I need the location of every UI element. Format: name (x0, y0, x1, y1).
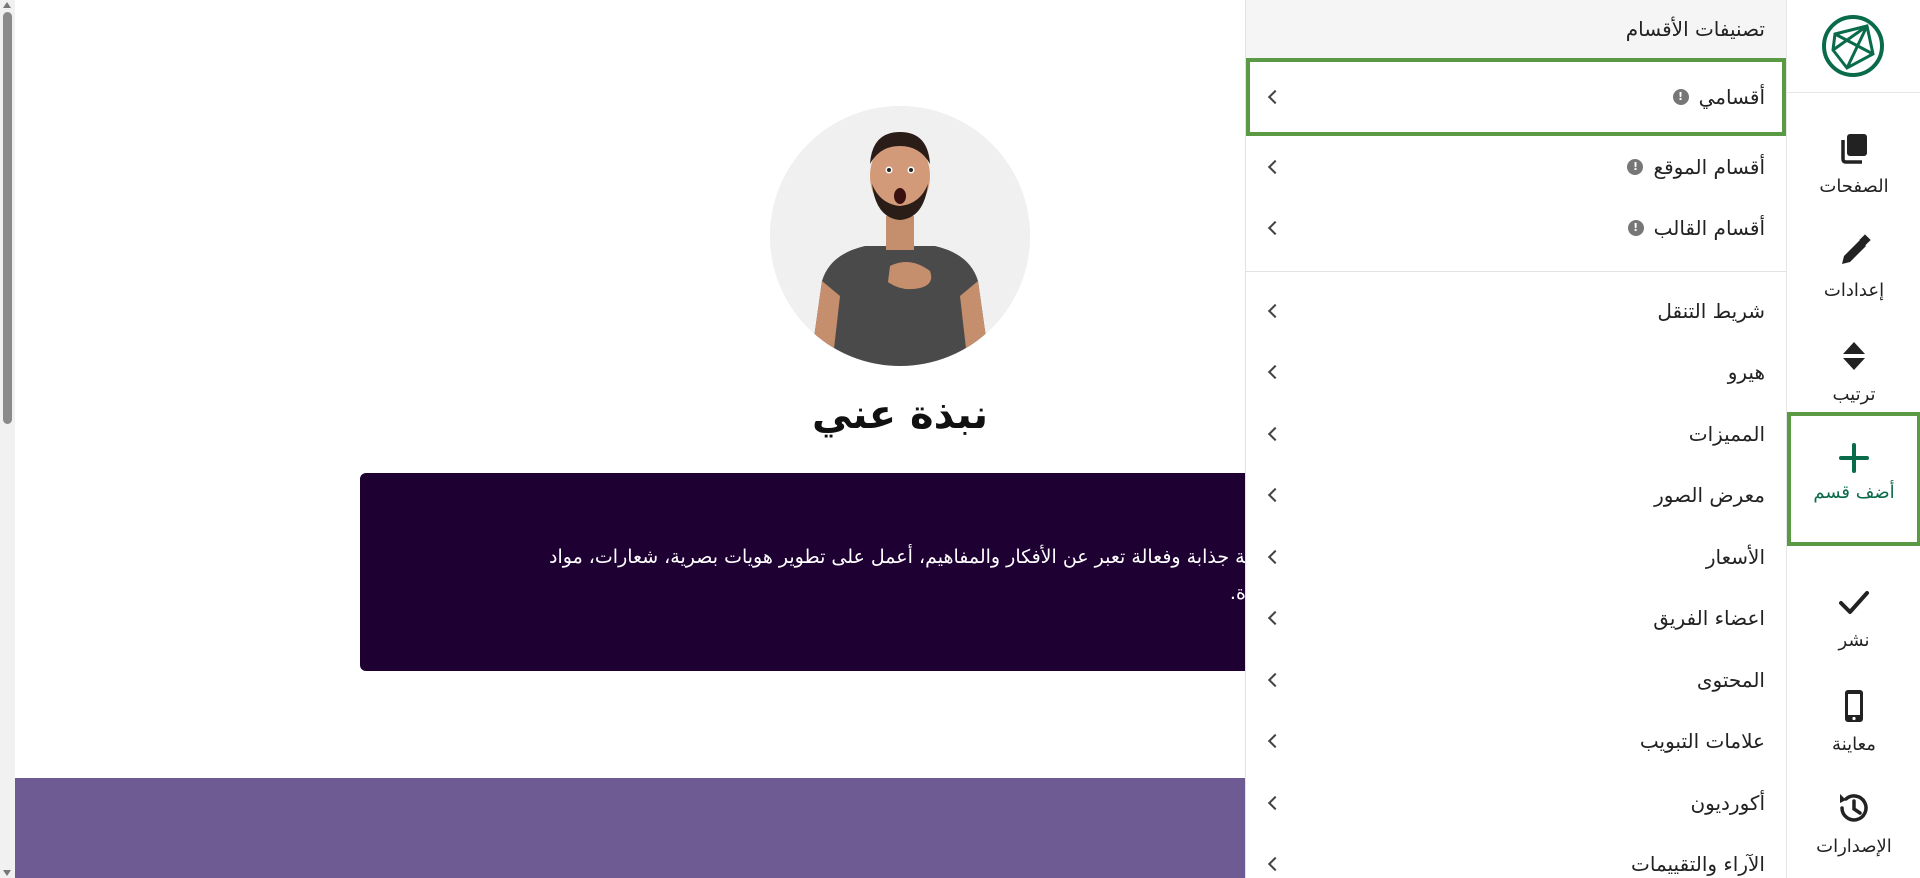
rail-label: الإصدارات (1816, 836, 1892, 857)
pencil-icon (1842, 234, 1871, 264)
row-label: شريط التنقل (1657, 298, 1765, 323)
chevron-left-icon (1267, 303, 1283, 318)
rail-add-section-button[interactable]: أضف قسم (1787, 412, 1920, 546)
brand-logo-icon[interactable] (1821, 14, 1885, 78)
scroll-up-arrow-icon[interactable] (3, 2, 11, 8)
row-tabs[interactable]: علامات التبويب (1246, 711, 1786, 773)
row-site-sections[interactable]: أقسام الموقع ! (1246, 136, 1786, 198)
row-content[interactable]: المحتوى (1246, 649, 1786, 711)
profile-person-image (770, 106, 1030, 366)
info-icon[interactable]: ! (1672, 89, 1689, 105)
rail-divider (1787, 92, 1920, 93)
plus-icon (1839, 443, 1869, 473)
rail-settings-button[interactable]: إعدادات (1787, 222, 1920, 322)
row-label: علامات التبويب (1639, 729, 1765, 754)
rail-pages-button[interactable]: الصفحات (1787, 118, 1920, 218)
chevron-left-icon (1267, 672, 1283, 687)
row-testimonials[interactable]: الآراء والتقييمات (1246, 834, 1786, 878)
pages-icon (1841, 134, 1867, 164)
sections-panel: تصنيفات الأقسام أقسامي ! أقسام الموقع ! … (1245, 0, 1786, 878)
rail-publish-button[interactable]: نشر (1787, 572, 1920, 672)
history-icon (1840, 794, 1868, 822)
chevron-left-icon (1267, 426, 1283, 441)
row-label: المميزات (1688, 421, 1765, 446)
chevron-left-icon (1267, 89, 1283, 105)
bio-line: تصاميم بصرية جذابة وفعالة تعبر عن الأفكا… (549, 546, 1245, 568)
row-my-sections[interactable]: أقسامي ! (1246, 58, 1786, 136)
row-label: معرض الصور (1654, 483, 1765, 508)
row-features[interactable]: المميزات (1246, 403, 1786, 465)
chevron-left-icon (1267, 734, 1283, 749)
row-label: أقسامي (1698, 85, 1765, 109)
mobile-icon (1845, 690, 1863, 722)
panel-divider (1246, 271, 1786, 272)
info-icon[interactable]: ! (1627, 158, 1644, 175)
bio-text: تصاميم بصرية جذابة وفعالة تعبر عن الأفكا… (505, 539, 1245, 611)
rail-label: ترتيب (1832, 384, 1876, 405)
scrollbar-thumb[interactable] (3, 12, 12, 424)
row-hero[interactable]: هيرو (1246, 342, 1786, 404)
chevron-left-icon (1267, 549, 1283, 564)
row-label: أقسام الموقع (1653, 154, 1765, 179)
sort-icon (1843, 342, 1865, 370)
rail-label: معاينة (1832, 734, 1876, 755)
rail-preview-button[interactable]: معاينة (1787, 676, 1920, 776)
rail-sort-button[interactable]: ترتيب (1787, 326, 1920, 426)
scroll-down-arrow-icon[interactable] (3, 870, 11, 876)
chevron-left-icon (1267, 159, 1283, 174)
row-accordion[interactable]: أكورديون (1246, 772, 1786, 834)
next-section-band (15, 778, 1245, 878)
chevron-left-icon (1267, 365, 1283, 380)
panel-header: تصنيفات الأقسام (1246, 0, 1786, 58)
row-label: اعضاء الفريق (1653, 606, 1765, 631)
page-preview-canvas: نبذة عني تصاميم بصرية جذابة وفعالة تعبر … (15, 0, 1245, 878)
chevron-left-icon (1267, 795, 1283, 810)
row-label: الآراء والتقييمات (1631, 852, 1765, 877)
page-scrollbar[interactable] (0, 0, 15, 878)
rail-label: نشر (1838, 630, 1870, 651)
row-label: أقسام القالب (1653, 216, 1765, 241)
row-label: هيرو (1727, 360, 1765, 385)
profile-photo (770, 106, 1030, 366)
row-gallery[interactable]: معرض الصور (1246, 465, 1786, 527)
row-label: الأسعار (1705, 544, 1765, 569)
row-pricing[interactable]: الأسعار (1246, 526, 1786, 588)
right-rail: الصفحات إعدادات ترتيب أضف قسم نشر معاينة… (1786, 0, 1920, 878)
row-label: أكورديون (1690, 790, 1765, 815)
check-icon (1839, 591, 1869, 614)
chevron-left-icon (1267, 611, 1283, 626)
rail-versions-button[interactable]: الإصدارات (1787, 778, 1920, 878)
chevron-left-icon (1267, 857, 1283, 872)
chevron-left-icon (1267, 488, 1283, 503)
row-template-sections[interactable]: أقسام القالب ! (1246, 198, 1786, 260)
bio-box: تصاميم بصرية جذابة وفعالة تعبر عن الأفكا… (360, 473, 1245, 671)
section-title: نبذة عني (811, 392, 989, 438)
row-label: المحتوى (1696, 667, 1765, 692)
info-icon[interactable]: ! (1627, 220, 1644, 237)
chevron-left-icon (1267, 221, 1283, 236)
bio-line: ستخدم مميزة. (1229, 582, 1245, 604)
rail-label: أضف قسم (1813, 482, 1895, 503)
row-team[interactable]: اعضاء الفريق (1246, 588, 1786, 650)
row-navbar[interactable]: شريط التنقل (1246, 280, 1786, 342)
rail-label: إعدادات (1823, 280, 1885, 301)
rail-label: الصفحات (1819, 176, 1889, 197)
